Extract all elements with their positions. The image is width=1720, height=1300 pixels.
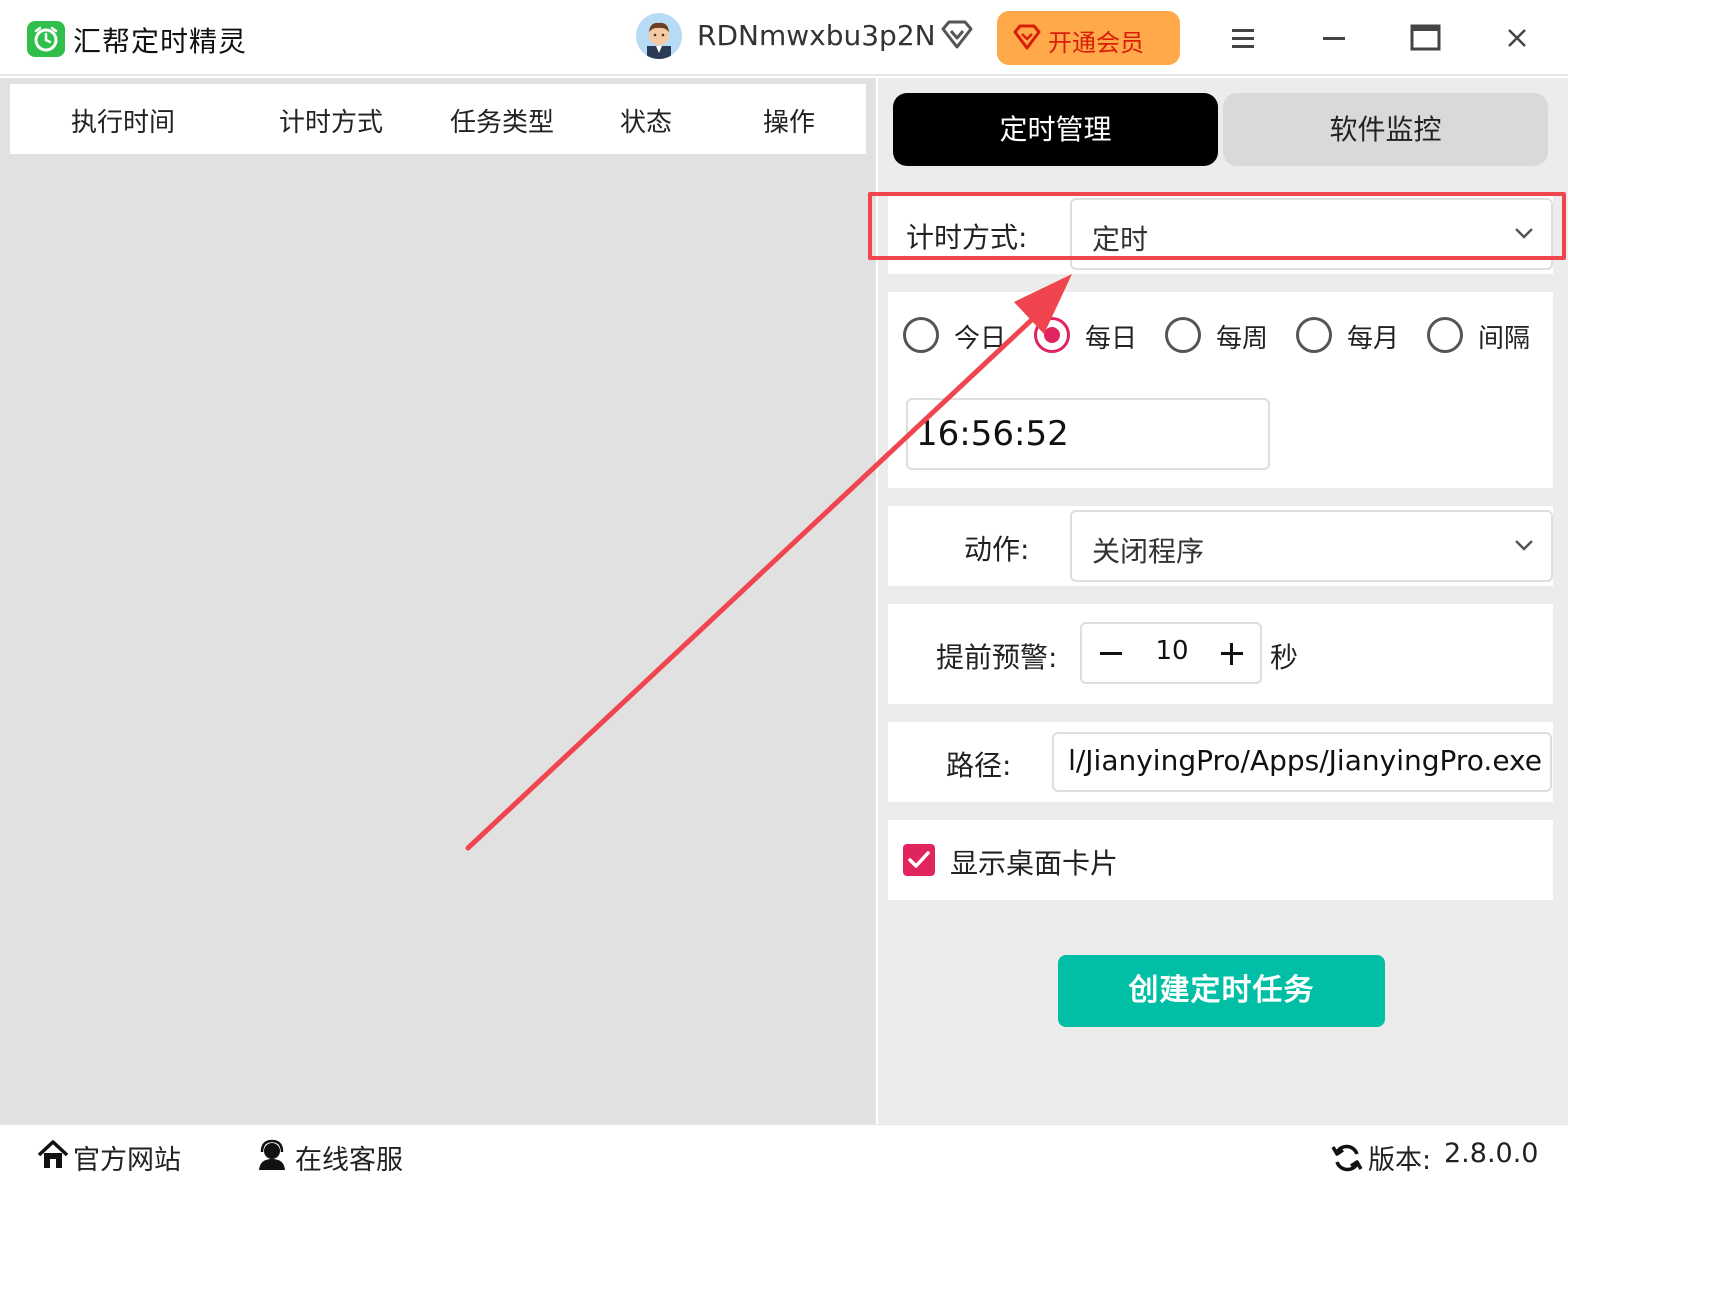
warning-row: 提前预警: 10 秒 <box>888 604 1553 704</box>
vip-label: 开通会员 <box>1048 29 1144 57</box>
vip-button[interactable]: 开通会员 <box>997 11 1180 65</box>
vip-diamond-icon <box>1013 24 1041 50</box>
warning-unit: 秒 <box>1270 641 1299 674</box>
chevron-down-icon <box>1515 228 1533 239</box>
radio-daily[interactable] <box>1034 317 1070 353</box>
app-logo-icon <box>27 21 65 57</box>
radio-weekly[interactable] <box>1165 317 1201 353</box>
timing-mode-value: 定时 <box>1092 223 1149 256</box>
time-input[interactable]: 16:56:52 <box>906 398 1270 470</box>
checkmark-icon <box>908 851 930 868</box>
show-card-label: 显示桌面卡片 <box>950 847 1119 880</box>
radio-interval[interactable] <box>1427 317 1463 353</box>
username[interactable]: RDNmwxbu3p2N <box>697 19 936 52</box>
action-label: 动作: <box>964 533 1030 566</box>
schedule-card: 今日 每日 每周 每月 间隔 16:56:52 <box>888 292 1553 488</box>
version-label: 版本: <box>1368 1145 1432 1176</box>
support-link[interactable]: 在线客服 <box>295 1138 403 1177</box>
radio-weekly-label: 每周 <box>1216 324 1269 354</box>
home-icon <box>37 1140 69 1168</box>
website-link[interactable]: 官方网站 <box>73 1138 181 1177</box>
path-value: l/JianyingPro/Apps/JianyingPro.exe <box>1068 744 1542 777</box>
task-list-panel: 执行时间 计时方式 任务类型 状态 操作 <box>0 78 876 1124</box>
column-status: 状态 <box>620 108 673 138</box>
path-label: 路径: <box>946 749 1012 782</box>
radio-monthly-label: 每月 <box>1347 324 1400 354</box>
footer: 官方网站 在线客服 版本: 2.8.0.0 <box>0 1124 1568 1186</box>
column-exec-time: 执行时间 <box>71 108 176 138</box>
timing-mode-label: 计时方式: <box>906 221 1028 254</box>
action-select[interactable]: 关闭程序 <box>1070 510 1553 582</box>
tab-software-monitor[interactable]: 软件监控 <box>1223 93 1548 166</box>
warning-value[interactable]: 10 <box>1082 636 1262 666</box>
version-value: 2.8.0.0 <box>1444 1138 1539 1169</box>
path-row: 路径: l/JianyingPro/Apps/JianyingPro.exe <box>888 722 1553 802</box>
avatar-icon[interactable] <box>636 13 682 59</box>
tab-timer-management[interactable]: 定时管理 <box>893 93 1218 166</box>
close-icon[interactable] <box>1495 16 1539 60</box>
minimize-icon[interactable] <box>1312 16 1356 60</box>
radio-monthly[interactable] <box>1296 317 1332 353</box>
maximize-icon[interactable] <box>1403 16 1447 60</box>
support-icon <box>259 1139 285 1170</box>
timing-mode-select[interactable]: 定时 <box>1070 198 1553 270</box>
table-header: 执行时间 计时方式 任务类型 状态 操作 <box>10 84 866 154</box>
chevron-down-icon <box>1515 540 1533 551</box>
create-task-button[interactable]: 创建定时任务 <box>1058 955 1385 1027</box>
timing-mode-row: 计时方式: 定时 <box>888 194 1553 274</box>
diamond-icon <box>941 20 973 49</box>
warning-label: 提前预警: <box>936 641 1058 674</box>
show-card-checkbox[interactable] <box>903 844 935 876</box>
increment-button-vertical[interactable] <box>1230 643 1233 665</box>
column-task-type: 任务类型 <box>450 108 555 138</box>
radio-daily-label: 每日 <box>1085 324 1138 354</box>
menu-icon[interactable] <box>1221 16 1265 60</box>
radio-interval-label: 间隔 <box>1478 324 1531 354</box>
radio-today[interactable] <box>903 317 939 353</box>
radio-today-label: 今日 <box>954 324 1007 354</box>
column-actions: 操作 <box>763 108 816 138</box>
refresh-icon[interactable] <box>1331 1142 1363 1174</box>
action-value: 关闭程序 <box>1092 535 1205 568</box>
app-title: 汇帮定时精灵 <box>73 25 248 58</box>
column-timing-mode: 计时方式 <box>279 108 384 138</box>
action-row: 动作: 关闭程序 <box>888 506 1553 586</box>
warning-stepper: 10 <box>1080 622 1262 684</box>
path-input[interactable]: l/JianyingPro/Apps/JianyingPro.exe <box>1052 732 1552 792</box>
settings-panel: 定时管理 软件监控 计时方式: 定时 今日 每日 每周 每月 间隔 16:56:… <box>878 78 1568 1124</box>
title-bar: 汇帮定时精灵 RDNmwxbu3p2N 开通会员 <box>0 0 1568 76</box>
show-card-row: 显示桌面卡片 <box>888 820 1553 900</box>
